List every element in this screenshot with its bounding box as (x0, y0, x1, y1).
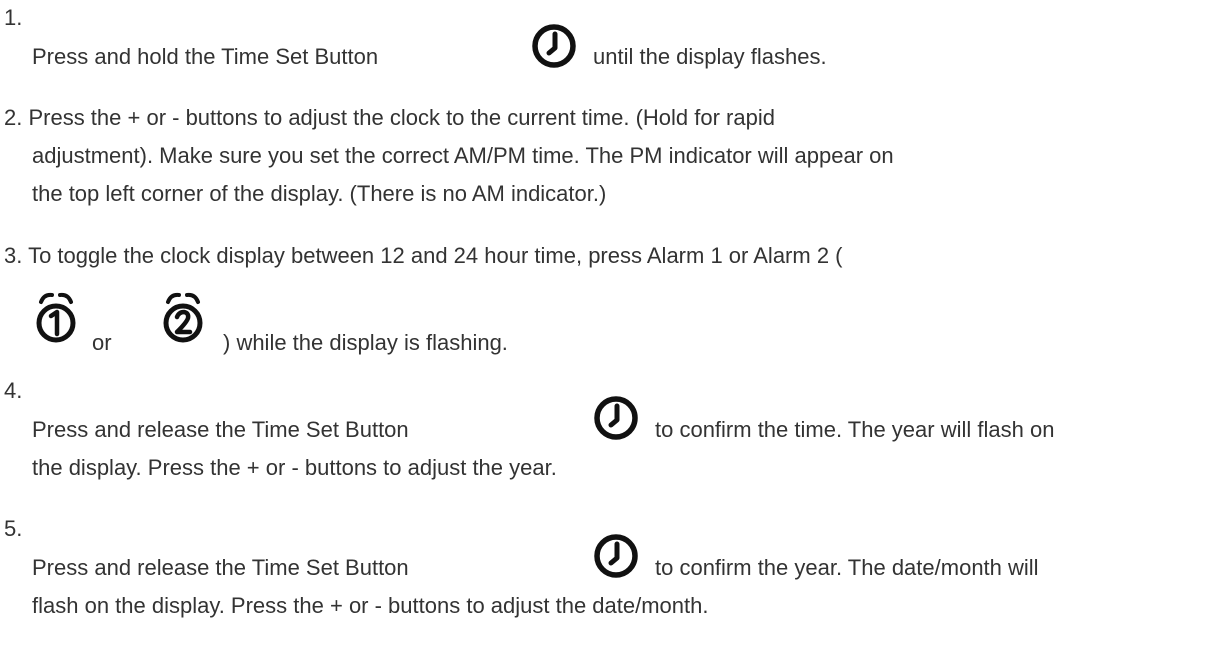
step-4-text: Press and release the Time Set Button (32, 417, 409, 442)
step-3-line-1: 3. To toggle the clock display between 1… (4, 243, 843, 268)
step-5-text-end: to confirm the year. The date/month will (655, 555, 1039, 580)
step-2-line-3: the top left corner of the display. (The… (32, 181, 607, 206)
step-4-text-end: to confirm the time. The year will flash… (655, 417, 1055, 442)
step-3-line-2: ) while the display is flashing. (223, 330, 508, 355)
step-1-number: 1. (4, 5, 23, 30)
step-4-number: 4. (4, 378, 23, 403)
step-5-text: Press and release the Time Set Button (32, 555, 409, 580)
step-5-number: 5. (4, 516, 23, 541)
alarm-2-icon (163, 292, 203, 343)
clock-icon (532, 24, 576, 68)
alarm-1-icon (36, 292, 76, 343)
step-2-line-2: adjustment). Make sure you set the corre… (32, 143, 894, 168)
step-4-line-2: the display. Press the + or - buttons to… (32, 455, 557, 480)
or-text: or (92, 330, 112, 355)
clock-icon (594, 534, 638, 578)
step-5-line-2: flash on the display. Press the + or - b… (32, 593, 709, 618)
step-2-line-1: 2. Press the + or - buttons to adjust th… (4, 105, 775, 130)
instruction-list: 1. Press and hold the Time Set Button un… (0, 0, 1205, 646)
clock-icon (594, 396, 638, 440)
step-1-text-end: until the display flashes. (593, 44, 827, 69)
step-1-text: Press and hold the Time Set Button (32, 44, 379, 69)
